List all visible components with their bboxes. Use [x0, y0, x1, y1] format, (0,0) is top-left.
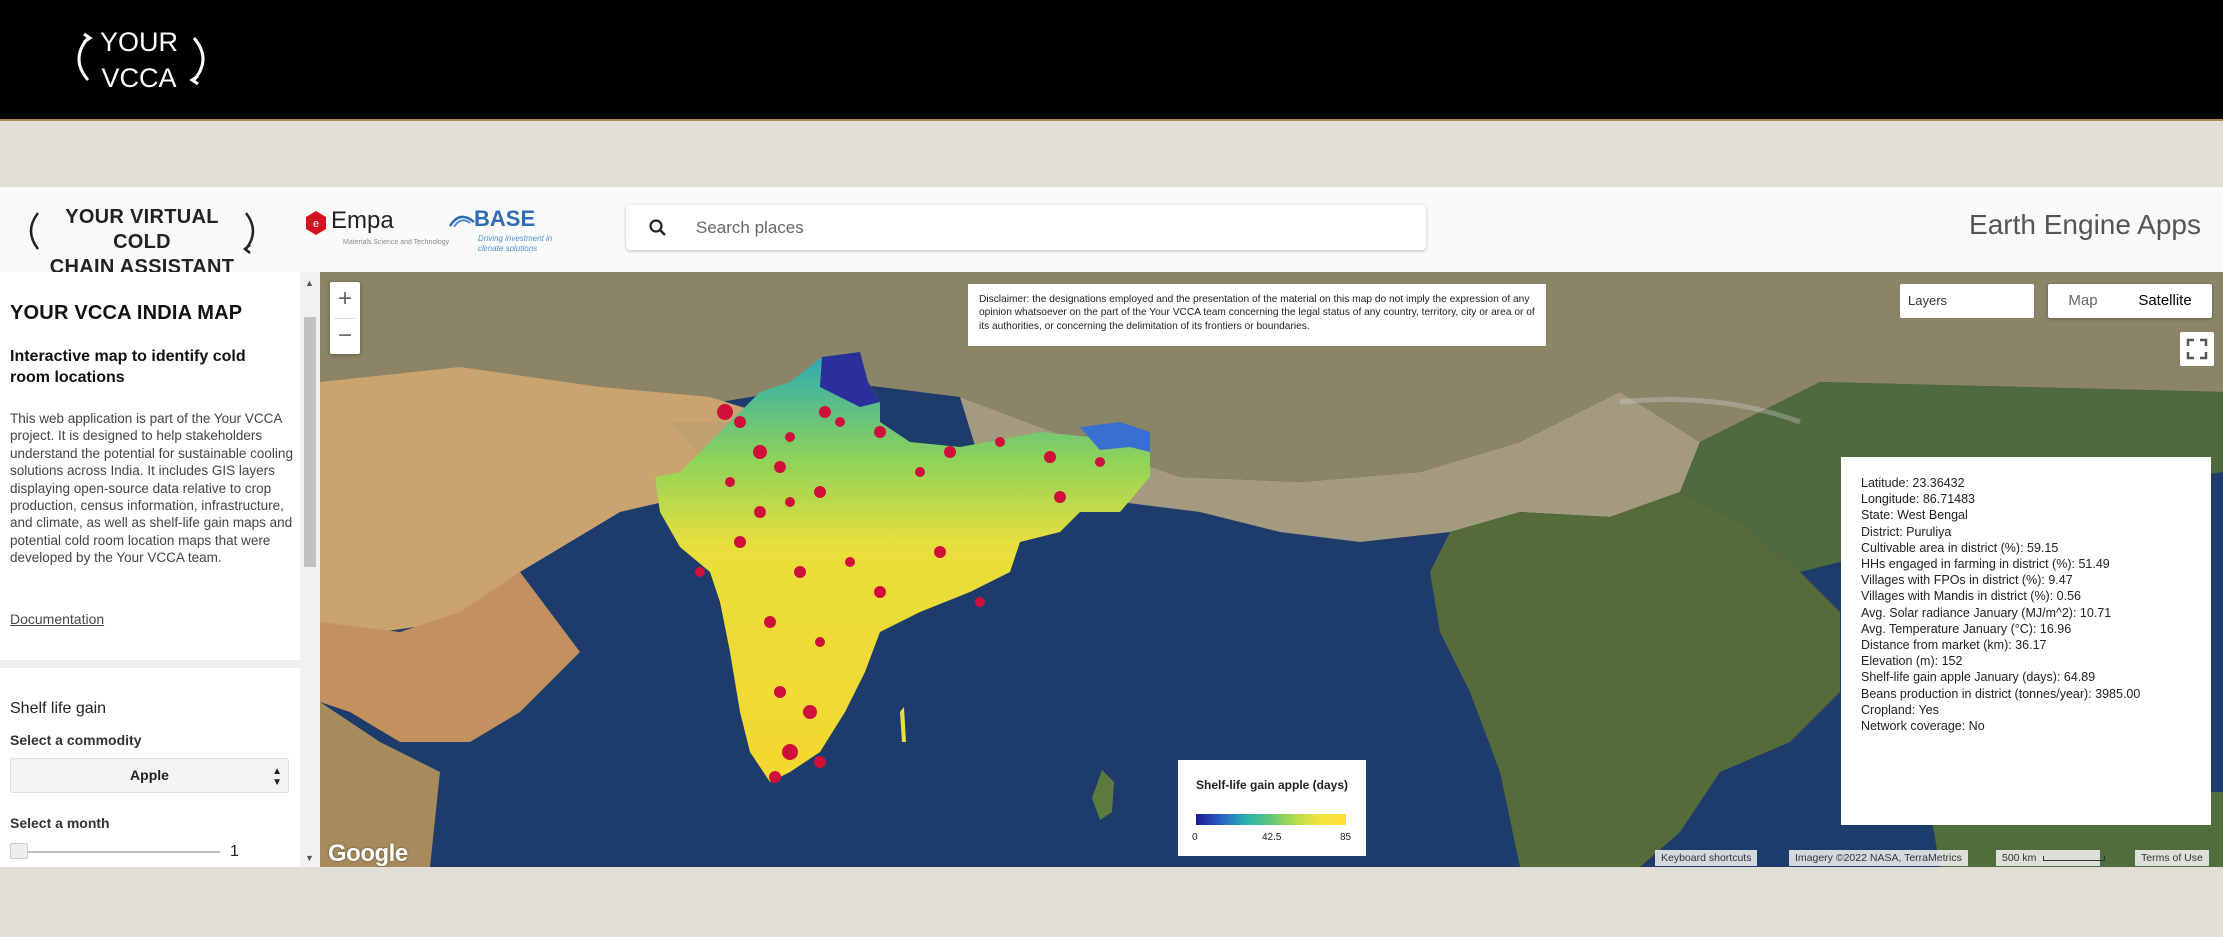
info-line: HHs engaged in farming in district (%): … [1861, 557, 2110, 572]
search-places-box[interactable] [626, 205, 1426, 250]
commodity-select[interactable]: Apple ▲ ▼ [10, 758, 289, 793]
documentation-link[interactable]: Documentation [10, 611, 104, 627]
google-logo: Google [328, 840, 408, 867]
panel-title: YOUR VCCA INDIA MAP [10, 302, 243, 324]
svg-text:e: e [313, 218, 319, 230]
scale-label: 500 km [2002, 852, 2037, 864]
layers-select[interactable]: Layers [1900, 284, 2034, 318]
info-line: Latitude: 23.36432 [1861, 476, 1965, 490]
info-line: Distance from market (km): 36.17 [1861, 638, 2047, 653]
info-line: Cropland: Yes [1861, 702, 1939, 717]
panel-description: This web application is part of the Your… [10, 411, 293, 566]
info-line: Avg. Temperature January (°C): 16.96 [1861, 621, 2072, 636]
shelf-life-title: Shelf life gain [10, 700, 107, 717]
info-line: Avg. Solar radiance January (MJ/m^2): 10… [1861, 605, 2112, 620]
top-banner: YOUR VCCA [0, 0, 2223, 121]
info-line: Shelf-life gain apple January (days): 64… [1861, 670, 2096, 685]
scroll-up-icon[interactable]: ▲ [305, 278, 314, 288]
empa-hexagon-icon: e [306, 211, 326, 235]
legend-mid-label: 42.5 [1262, 832, 1282, 843]
logo-line-2: VCCA [101, 63, 177, 93]
info-line: Longitude: 86.71483 [1861, 492, 1975, 507]
info-line: Network coverage: No [1861, 719, 1985, 734]
empa-logo[interactable]: e Empa Materials Science and Technology [305, 207, 449, 257]
base-subtitle: Driving investment in climate solutions [478, 234, 553, 253]
select-arrows-icon: ▲ ▼ [272, 766, 282, 788]
imagery-credit: Imagery ©2022 NASA, TerraMetrics [1789, 850, 1968, 866]
terms-of-use-link[interactable]: Terms of Use [2135, 850, 2209, 866]
commodity-label: Select a commodity [10, 732, 142, 748]
map-canvas[interactable]: + − Disclaimer: the designations employe… [320, 272, 2223, 867]
zoom-in-button[interactable]: + [330, 282, 360, 318]
panel-divider [0, 660, 300, 668]
search-icon [649, 219, 666, 236]
search-input[interactable] [694, 214, 1398, 242]
map-type-control[interactable]: Map Satellite [2048, 284, 2212, 318]
location-info-box: Latitude: 23.36432 Longitude: 86.71483 S… [1841, 457, 2211, 825]
map-type-satellite-button[interactable]: Satellite [2118, 284, 2212, 318]
info-line: Villages with Mandis in district (%): 0.… [1861, 589, 2081, 604]
logo-line-1: YOUR [99, 27, 178, 57]
empa-name: Empa [331, 207, 394, 234]
scroll-thumb[interactable] [304, 317, 316, 567]
base-wave-icon [448, 215, 475, 228]
legend-color-bar [1196, 814, 1346, 825]
commodity-value: Apple [130, 767, 169, 783]
fullscreen-button[interactable] [2180, 332, 2214, 366]
info-line: State: West Bengal [1861, 508, 1968, 523]
info-line: Elevation (m): 152 [1861, 654, 1963, 669]
keyboard-shortcuts-link[interactable]: Keyboard shortcuts [1655, 850, 1758, 866]
app-header: YOUR VIRTUAL COLD CHAIN ASSISTANT e Empa… [0, 187, 2223, 278]
info-line: Cultivable area in district (%): 59.15 [1861, 540, 2059, 555]
panel-subtitle: Interactive map to identify cold room lo… [10, 348, 246, 386]
map-type-map-button[interactable]: Map [2048, 284, 2118, 318]
month-value: 1 [230, 843, 239, 860]
vcca-logo-line-1: YOUR VIRTUAL COLD [65, 206, 219, 253]
map-disclaimer: Disclaimer: the designations employed an… [968, 284, 1546, 346]
base-logo[interactable]: BASE Driving investment in climate solut… [448, 204, 578, 260]
legend-title: Shelf-life gain apple (days) [1195, 778, 1349, 792]
base-name: BASE [474, 206, 536, 231]
zoom-out-button[interactable]: − [330, 319, 360, 355]
your-vcca-logo[interactable]: YOUR VCCA [66, 24, 216, 94]
month-slider-handle[interactable] [10, 843, 28, 859]
info-line: District: Puruliya [1861, 524, 1952, 539]
month-label: Select a month [10, 815, 110, 831]
legend-min-label: 0 [1192, 832, 1198, 843]
zoom-control[interactable]: + − [330, 282, 360, 354]
panel-scrollbar[interactable]: ▲ ▼ [300, 272, 320, 867]
left-panel: YOUR VCCA INDIA MAP Interactive map to i… [0, 272, 300, 867]
scroll-down-icon[interactable]: ▼ [305, 853, 314, 863]
info-line: Villages with FPOs in district (%): 9.47 [1861, 573, 2073, 588]
info-line: Beans production in district (tonnes/yea… [1861, 686, 2141, 701]
scale-bar [2043, 855, 2106, 861]
empa-subtitle: Materials Science and Technology [343, 239, 450, 246]
fullscreen-icon [2186, 338, 2208, 360]
map-scale[interactable]: 500 km [1996, 850, 2106, 866]
shelf-life-legend: Shelf-life gain apple (days) 0 42.5 85 [1178, 760, 1366, 856]
vcca-assistant-logo[interactable]: YOUR VIRTUAL COLD CHAIN ASSISTANT [22, 203, 262, 278]
legend-max-label: 85 [1340, 832, 1352, 843]
earth-engine-apps-title[interactable]: Earth Engine Apps [1969, 209, 2201, 241]
month-slider-track[interactable] [20, 851, 220, 853]
